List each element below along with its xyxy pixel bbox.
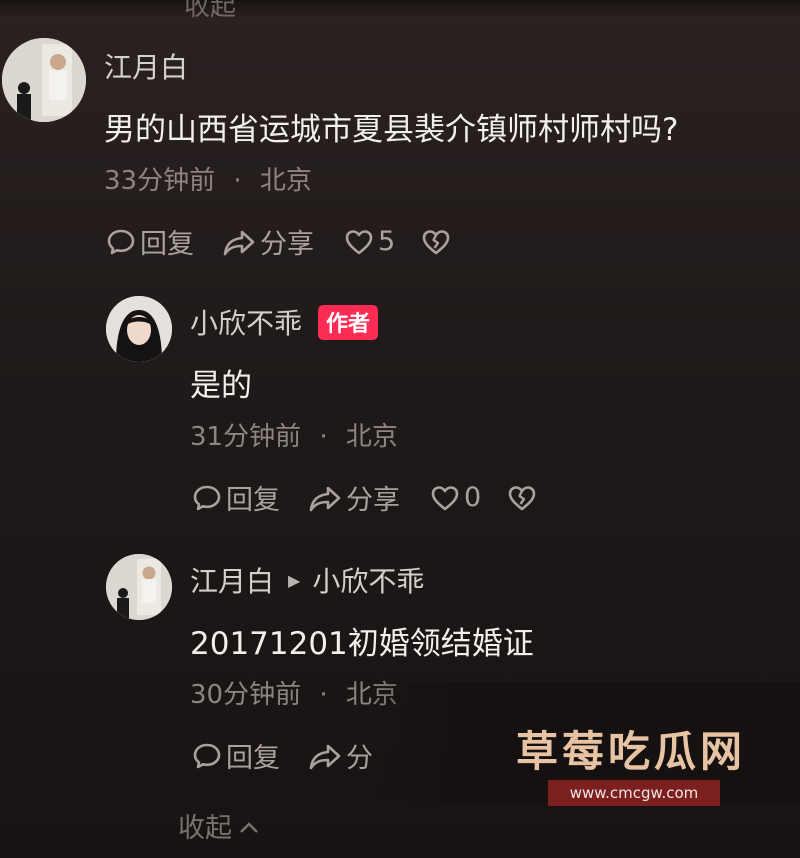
broken-heart-icon [421, 228, 451, 256]
reply-button[interactable]: 回复 [192, 478, 280, 517]
comment-text: 男的山西省运城市夏县裴介镇师村师村吗? [104, 112, 679, 148]
share-label: 分享 [260, 229, 314, 260]
share-arrow-icon [308, 483, 342, 513]
meta-separator: · [233, 166, 242, 196]
broken-heart-icon [507, 484, 537, 512]
share-button[interactable]: 分享 [308, 478, 400, 517]
meta-separator: · [319, 422, 328, 452]
like-button[interactable]: 0 [430, 482, 481, 513]
username[interactable]: 江月白 [104, 46, 188, 86]
cut-off-collapse-text: 收起 [184, 0, 237, 22]
reply-target-username[interactable]: 小欣不乖 [312, 560, 424, 600]
comment-bubble-icon [192, 483, 222, 513]
comment-actions: 回复 分享 5 [106, 222, 451, 261]
username[interactable]: 江月白 [190, 560, 274, 600]
reply-label: 回复 [226, 485, 280, 516]
collapse-label: 收起 [178, 813, 232, 844]
comment-meta: 33分钟前 · 北京 [104, 160, 312, 197]
comment-bubble-icon [192, 741, 222, 771]
top-fade [0, 0, 800, 18]
watermark-title: 草莓吃瓜网 [516, 727, 747, 776]
comment-text: 是的 [190, 368, 252, 404]
share-arrow-icon [308, 741, 342, 771]
dislike-button[interactable] [421, 228, 451, 256]
heart-icon [344, 228, 374, 256]
avatar[interactable] [106, 554, 172, 620]
comment-time: 30分钟前 [190, 680, 302, 710]
share-button[interactable]: 分享 [222, 222, 314, 261]
share-arrow-icon [222, 227, 256, 257]
like-count: 0 [464, 482, 482, 513]
meta-separator: · [319, 680, 328, 710]
avatar[interactable] [2, 38, 86, 122]
author-badge: 作者 [318, 304, 379, 340]
reply-button[interactable]: 回复 [192, 736, 280, 775]
like-button[interactable]: 5 [344, 226, 395, 257]
avatar[interactable] [106, 296, 172, 362]
comment-actions: 回复 分享 0 [192, 478, 537, 517]
comment-location: 北京 [345, 422, 398, 452]
comment-bubble-icon [106, 227, 136, 257]
reply-button[interactable]: 回复 [106, 222, 194, 261]
reply-label: 回复 [140, 229, 194, 260]
username[interactable]: 小欣不乖 [190, 302, 302, 342]
dislike-button[interactable] [507, 484, 537, 512]
share-label: 分享 [346, 485, 400, 516]
reply-label: 回复 [226, 743, 280, 774]
comment-actions: 回复 分 [192, 736, 373, 775]
reply-to-arrow-icon: ▶ [288, 570, 301, 590]
comment-location: 北京 [259, 166, 312, 196]
comment-time: 31分钟前 [190, 422, 302, 452]
share-label: 分 [346, 743, 373, 774]
like-count: 5 [378, 226, 396, 257]
comment-text: 20171201初婚领结婚证 [190, 626, 534, 662]
comment-header: 小欣不乖 作者 [190, 302, 379, 342]
watermark-url: www.cmcgw.com [548, 780, 720, 806]
share-button[interactable]: 分 [308, 736, 373, 775]
collapse-replies-button[interactable]: 收起 [178, 806, 260, 845]
heart-icon [430, 484, 460, 512]
comment-time: 33分钟前 [104, 166, 216, 196]
comment-meta: 30分钟前 · 北京 [190, 674, 398, 711]
comment-meta: 31分钟前 · 北京 [190, 416, 398, 453]
comment-header: 江月白 ▶ 小欣不乖 [190, 560, 424, 600]
comment-header: 江月白 [104, 46, 188, 86]
chevron-up-icon [232, 810, 260, 841]
